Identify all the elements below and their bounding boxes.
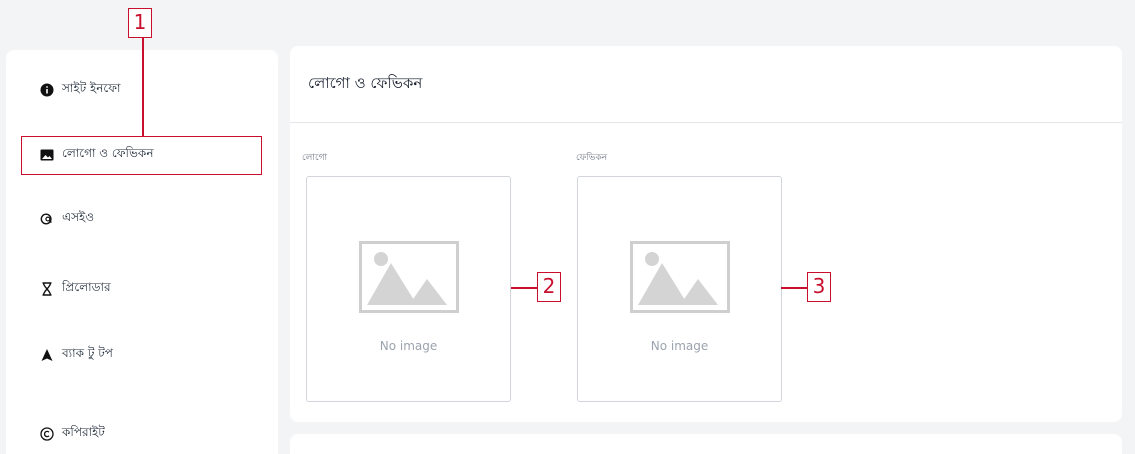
logo-upload[interactable]: No image: [306, 176, 511, 402]
logo-field-label: লোগো: [302, 153, 328, 163]
favicon-upload[interactable]: No image: [577, 176, 782, 402]
sidebar-item-back-to-top[interactable]: ব্যাক টু টপ: [6, 335, 278, 375]
sidebar-item-label: ব্যাক টু টপ: [62, 346, 113, 360]
arrow-up-icon: [40, 348, 54, 362]
copyright-icon: [40, 427, 54, 441]
sidebar-item-seo[interactable]: এসইও: [6, 199, 278, 239]
page-title: লোগো ও ফেভিকন: [308, 73, 423, 92]
favicon-field-label: ফেভিকন: [576, 153, 608, 163]
image-placeholder-icon: [630, 241, 730, 313]
next-settings-card: [290, 434, 1122, 454]
sidebar-item-label: এসইও: [62, 210, 95, 224]
info-icon: [40, 83, 54, 97]
no-image-text: No image: [379, 339, 438, 353]
sidebar-item-label: কপিরাইট: [62, 425, 105, 439]
annotation-leader-3: [781, 287, 808, 289]
sidebar-item-copyright[interactable]: কপিরাইট: [6, 414, 278, 454]
annotation-leader-1: [142, 38, 144, 136]
annotation-marker-2: 2: [537, 272, 561, 302]
annotation-marker-1: 1: [128, 8, 152, 38]
hourglass-icon: [40, 282, 54, 296]
card-header: লোগো ও ফেভিকন: [290, 46, 1122, 123]
no-image-text: No image: [650, 339, 709, 353]
sidebar-item-label: প্রিলোডার: [62, 280, 111, 294]
annotation-marker-3: 3: [807, 272, 831, 302]
sidebar-item-label: সাইট ইনফো: [62, 81, 121, 95]
sidebar-item-preloader[interactable]: প্রিলোডার: [6, 269, 278, 309]
logo-favicon-card: লোগো ও ফেভিকন লোগো No image ফেভিকন No im…: [290, 46, 1122, 422]
seo-icon: [40, 212, 54, 226]
annotation-highlight-logo-favicon: [21, 136, 262, 175]
image-placeholder-icon: [359, 241, 459, 313]
annotation-leader-2: [511, 287, 538, 289]
